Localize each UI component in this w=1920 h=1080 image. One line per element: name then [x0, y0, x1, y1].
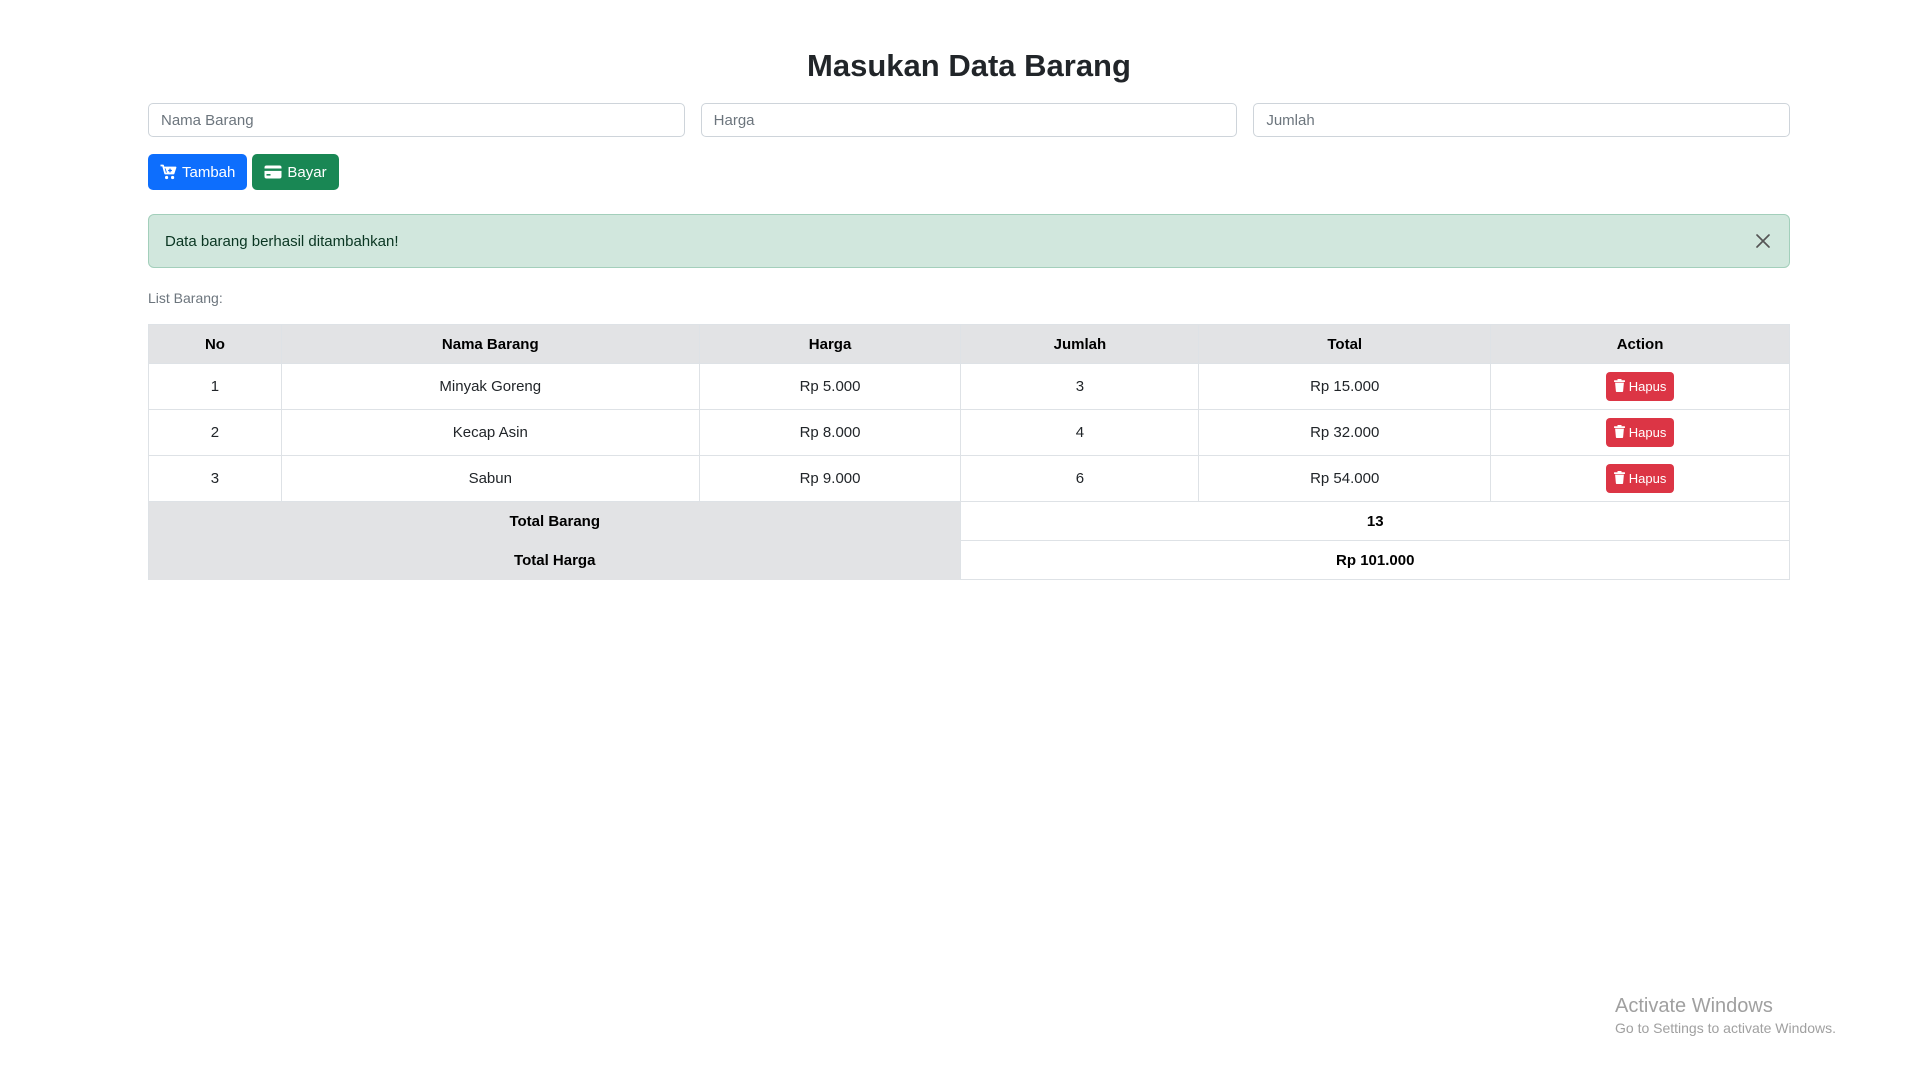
hapus-button[interactable]: Hapus	[1605, 372, 1675, 401]
cart-plus-icon	[160, 164, 177, 180]
jumlah-input[interactable]	[1253, 103, 1791, 137]
cell-action: Hapus	[1490, 363, 1790, 410]
column-header-total: Total	[1198, 324, 1492, 364]
summary-row-total-harga: Total Harga Rp 101.000	[147, 540, 1790, 580]
watermark-subtitle: Go to Settings to activate Windows.	[1615, 1020, 1836, 1036]
cell-no: 2	[148, 409, 282, 456]
cell-no: 3	[148, 455, 282, 502]
total-barang-value: 13	[960, 501, 1790, 541]
cell-nama: Minyak Goreng	[280, 363, 700, 410]
cell-jumlah: 4	[960, 409, 1200, 456]
tambah-button[interactable]: Tambah	[148, 154, 248, 190]
hapus-button-label: Hapus	[1628, 425, 1667, 440]
column-header-nama-barang: Nama Barang	[280, 324, 700, 364]
cell-action: Hapus	[1490, 409, 1790, 456]
cell-total: Rp 15.000	[1198, 363, 1492, 410]
table-header-row: No Nama Barang Harga Jumlah Total Action	[148, 324, 1790, 364]
alert-message: Data barang berhasil ditambahkan!	[165, 232, 399, 250]
credit-card-icon	[264, 165, 282, 179]
cell-action: Hapus	[1490, 455, 1790, 502]
input-row	[148, 103, 1791, 137]
cell-jumlah: 6	[960, 455, 1200, 502]
hapus-button-label: Hapus	[1628, 379, 1667, 394]
total-harga-value: Rp 101.000	[960, 540, 1790, 580]
watermark-title: Activate Windows	[1615, 995, 1773, 1017]
action-buttons: Tambah Bayar	[148, 154, 1790, 190]
cell-no: 1	[148, 363, 282, 410]
total-harga-label: Total Harga	[147, 540, 962, 580]
bayar-button-label: Bayar	[287, 163, 327, 181]
trash-icon	[1613, 470, 1625, 487]
page-title: Masukan Data Barang	[807, 48, 1131, 83]
cell-nama: Sabun	[280, 455, 700, 502]
cell-harga: Rp 9.000	[698, 455, 962, 502]
column-header-action: Action	[1490, 324, 1790, 364]
success-alert: Data barang berhasil ditambahkan!	[148, 214, 1790, 268]
summary-row-total-barang: Total Barang 13	[147, 501, 1790, 541]
bayar-button[interactable]: Bayar	[252, 154, 339, 190]
table-row: 2 Kecap Asin Rp 8.000 4 Rp 32.000 Hapus	[148, 409, 1790, 456]
table-row: 3 Sabun Rp 9.000 6 Rp 54.000 Hapus	[148, 455, 1790, 502]
page: Masukan Data Barang Tambah Bayar Data ba…	[0, 0, 1920, 1080]
cell-total: Rp 54.000	[1198, 455, 1492, 502]
hapus-button[interactable]: Hapus	[1605, 418, 1675, 447]
trash-icon	[1613, 424, 1625, 441]
tambah-button-label: Tambah	[182, 163, 236, 181]
hapus-button[interactable]: Hapus	[1605, 464, 1675, 493]
cell-nama: Kecap Asin	[280, 409, 700, 456]
cell-total: Rp 32.000	[1198, 409, 1492, 456]
column-header-harga: Harga	[698, 324, 962, 364]
main-container: Masukan Data Barang Tambah Bayar Data ba…	[147, 0, 1791, 580]
harga-input[interactable]	[700, 103, 1238, 137]
cell-harga: Rp 5.000	[698, 363, 962, 410]
items-table: No Nama Barang Harga Jumlah Total Action…	[147, 324, 1790, 580]
close-icon[interactable]	[1751, 229, 1775, 253]
nama-barang-input[interactable]	[148, 103, 685, 137]
table-row: 1 Minyak Goreng Rp 5.000 3 Rp 15.000 Hap…	[148, 363, 1790, 410]
cell-jumlah: 3	[960, 363, 1200, 410]
cell-harga: Rp 8.000	[698, 409, 962, 456]
activate-windows-watermark: Activate Windows Go to Settings to activ…	[1615, 993, 1836, 1037]
total-barang-label: Total Barang	[147, 501, 962, 541]
column-header-jumlah: Jumlah	[960, 324, 1200, 364]
column-header-no: No	[148, 324, 282, 364]
list-label: List Barang:	[148, 290, 223, 306]
trash-icon	[1613, 378, 1625, 395]
hapus-button-label: Hapus	[1628, 471, 1667, 486]
